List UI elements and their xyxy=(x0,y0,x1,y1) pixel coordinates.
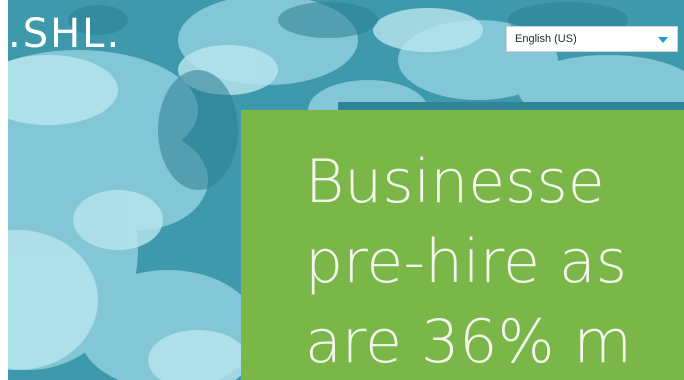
headline-line-3: are 36% m xyxy=(305,307,632,377)
shl-logo[interactable]: .SHL. xyxy=(8,14,121,54)
page: .SHL. English (US) Businesse pre-hire as… xyxy=(0,0,684,380)
headline-line-2: pre-hire as xyxy=(305,227,628,297)
chevron-down-icon xyxy=(658,37,668,43)
language-select[interactable]: English (US) xyxy=(506,26,678,52)
language-select-value: English (US) xyxy=(515,33,577,45)
hero-headline: Businesse pre-hire as are 36% m xyxy=(305,142,632,380)
headline-panel: Businesse pre-hire as are 36% m xyxy=(241,110,684,380)
headline-line-1: Businesse xyxy=(305,147,605,217)
hero-section: .SHL. English (US) Businesse pre-hire as… xyxy=(8,0,684,380)
